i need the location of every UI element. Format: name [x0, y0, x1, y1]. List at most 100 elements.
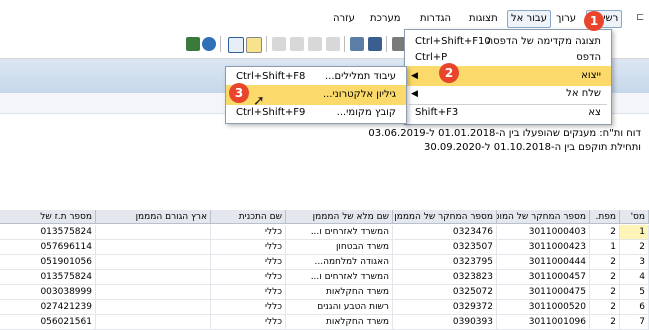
toolbar-separator	[386, 36, 387, 52]
menu-item-print[interactable]: הדפס Ctrl+P	[405, 48, 611, 68]
toolbar-separator	[266, 36, 267, 52]
cell-funder-research[interactable]: 0325072	[393, 285, 497, 299]
cell-institution-research[interactable]: 3011000457	[497, 270, 590, 284]
table-row[interactable]: 4 2 3011000457 0323823 המשרד לאזרחים ו... כלל…	[0, 270, 649, 285]
cell-id[interactable]: 013575824	[0, 270, 96, 284]
mouse-cursor-icon: ➚	[253, 93, 265, 109]
cell-funder-country[interactable]	[96, 255, 211, 269]
cell-num[interactable]: 7	[620, 315, 649, 329]
cell-funder-country[interactable]	[96, 270, 211, 284]
cell-funder-country[interactable]	[96, 285, 211, 299]
cell-program[interactable]: כללי	[211, 285, 286, 299]
menu-help[interactable]: עזרה	[330, 10, 358, 28]
cell-id[interactable]: 013575824	[0, 225, 96, 239]
cell-funder-research[interactable]: 0390393	[393, 315, 497, 329]
cell-id[interactable]: 056021561	[0, 315, 96, 329]
cell-funder-research[interactable]: 0329372	[393, 300, 497, 314]
cell-funder-name[interactable]: משרד הבטחון	[286, 240, 393, 254]
cell-id[interactable]: 057696114	[0, 240, 96, 254]
cell-funder-name[interactable]: משרד החקלאות	[286, 315, 393, 329]
cell-num[interactable]: 4	[620, 270, 649, 284]
menu-item-exit[interactable]: צא Shift+F3	[405, 103, 611, 123]
cell-institution-research[interactable]: 3011000444	[497, 255, 590, 269]
find-icon[interactable]	[368, 37, 382, 51]
cell-map[interactable]: 2	[590, 255, 620, 269]
cell-funder-country[interactable]	[96, 300, 211, 314]
find-next-icon[interactable]	[350, 37, 364, 51]
cell-funder-name[interactable]: משרד החקלאות	[286, 285, 393, 299]
cell-funder-country[interactable]	[96, 240, 211, 254]
col-header-id[interactable]: מספר ת.ז של	[0, 210, 96, 224]
menu-item-export[interactable]: ◀ ייצוא	[405, 66, 611, 86]
table-row[interactable]: 3 2 3011000444 0323795 האגודה למלחמה... כללי 0…	[0, 255, 649, 270]
table-row[interactable]: 6 2 3011000520 0329372 רשות הטבע והגנים כללי 0…	[0, 300, 649, 315]
menu-bar: רשימה ערוך עבור אל תצוגות הגדרות מערכת ע…	[0, 0, 649, 32]
cell-funder-research[interactable]: 0323795	[393, 255, 497, 269]
cell-funder-name[interactable]: המשרד לאזרחים ו...	[286, 270, 393, 284]
cell-funder-name[interactable]: רשות הטבע והגנים	[286, 300, 393, 314]
col-header-institution-research[interactable]: מספר המחקר של המוסד	[497, 210, 590, 224]
table-row[interactable]: 5 2 3011000475 0325072 משרד החקלאות כללי 00303…	[0, 285, 649, 300]
cell-institution-research[interactable]: 3011001096	[497, 315, 590, 329]
help-icon[interactable]	[202, 37, 216, 51]
table-row[interactable]: 1 2 3011000403 0323476 המשרד לאזרחים ו... כלל…	[0, 225, 649, 240]
cell-map[interactable]: 2	[590, 225, 620, 239]
cell-funder-name[interactable]: המשרד לאזרחים ו...	[286, 225, 393, 239]
col-header-funder-research[interactable]: מספר המחקר של המממן	[393, 210, 497, 224]
cell-institution-research[interactable]: 3011000403	[497, 225, 590, 239]
cell-num[interactable]: 2	[620, 240, 649, 254]
cell-institution-research[interactable]: 3011000475	[497, 285, 590, 299]
cell-funder-research[interactable]: 0323823	[393, 270, 497, 284]
first-page-icon[interactable]	[326, 37, 340, 51]
cell-id[interactable]: 027421239	[0, 300, 96, 314]
cell-num[interactable]: 6	[620, 300, 649, 314]
submenu-arrow-icon: ◀	[411, 71, 418, 81]
cell-map[interactable]: 2	[590, 315, 620, 329]
cell-id[interactable]: 003038999	[0, 285, 96, 299]
menu-settings[interactable]: הגדרות	[417, 10, 454, 28]
menu-views[interactable]: תצוגות	[466, 10, 501, 28]
previous-page-icon[interactable]	[308, 37, 322, 51]
cell-program[interactable]: כללי	[211, 240, 286, 254]
layout-icon[interactable]	[186, 37, 200, 51]
cell-program[interactable]: כללי	[211, 225, 286, 239]
session-icon[interactable]	[246, 37, 262, 53]
submenu-arrow-icon: ◀	[411, 89, 418, 99]
col-header-program[interactable]: שם התכנית	[211, 210, 286, 224]
cell-funder-country[interactable]	[96, 315, 211, 329]
cell-program[interactable]: כללי	[211, 300, 286, 314]
window-icon[interactable]	[228, 37, 244, 53]
cell-program[interactable]: כללי	[211, 315, 286, 329]
menu-item-word-processing[interactable]: עיבוד תמלילים... Ctrl+Shift+F8	[226, 67, 406, 87]
cell-institution-research[interactable]: 3011000423	[497, 240, 590, 254]
cell-funder-research[interactable]: 0323507	[393, 240, 497, 254]
col-header-num[interactable]: מס'	[620, 210, 649, 224]
menu-system[interactable]: מערכת	[367, 10, 404, 28]
cell-program[interactable]: כללי	[211, 255, 286, 269]
table-row[interactable]: 2 1 3011000423 0323507 משרד הבטחון כללי 057696…	[0, 240, 649, 255]
cell-num[interactable]: 3	[620, 255, 649, 269]
step-badge-2: 2	[439, 63, 459, 83]
next-page-icon[interactable]	[290, 37, 304, 51]
cell-id[interactable]: 051901056	[0, 255, 96, 269]
menu-goto[interactable]: עבור אל	[507, 10, 551, 28]
cell-num[interactable]: 1	[620, 225, 649, 239]
col-header-funder-country[interactable]: ארץ הגורם המממן	[96, 210, 211, 224]
cell-map[interactable]: 2	[590, 300, 620, 314]
step-badge-3: 3	[229, 83, 249, 103]
cell-program[interactable]: כללי	[211, 270, 286, 284]
cell-map[interactable]: 1	[590, 240, 620, 254]
cell-map[interactable]: 2	[590, 270, 620, 284]
cell-funder-research[interactable]: 0323476	[393, 225, 497, 239]
menu-edit[interactable]: ערוך	[553, 10, 579, 28]
menu-item-send-to[interactable]: ◀ שלח אל	[405, 84, 611, 104]
cell-num[interactable]: 5	[620, 285, 649, 299]
cell-funder-name[interactable]: האגודה למלחמה...	[286, 255, 393, 269]
cell-map[interactable]: 2	[590, 285, 620, 299]
col-header-funder-name[interactable]: שם מלא של המממן	[286, 210, 393, 224]
report-line-1: דוח ות"ח: מענקים שהופעלו בין ה-01.01.201…	[368, 128, 641, 139]
col-header-map[interactable]: מפת.	[590, 210, 620, 224]
cell-institution-research[interactable]: 3011000520	[497, 300, 590, 314]
last-page-icon[interactable]	[272, 37, 286, 51]
cell-funder-country[interactable]	[96, 225, 211, 239]
